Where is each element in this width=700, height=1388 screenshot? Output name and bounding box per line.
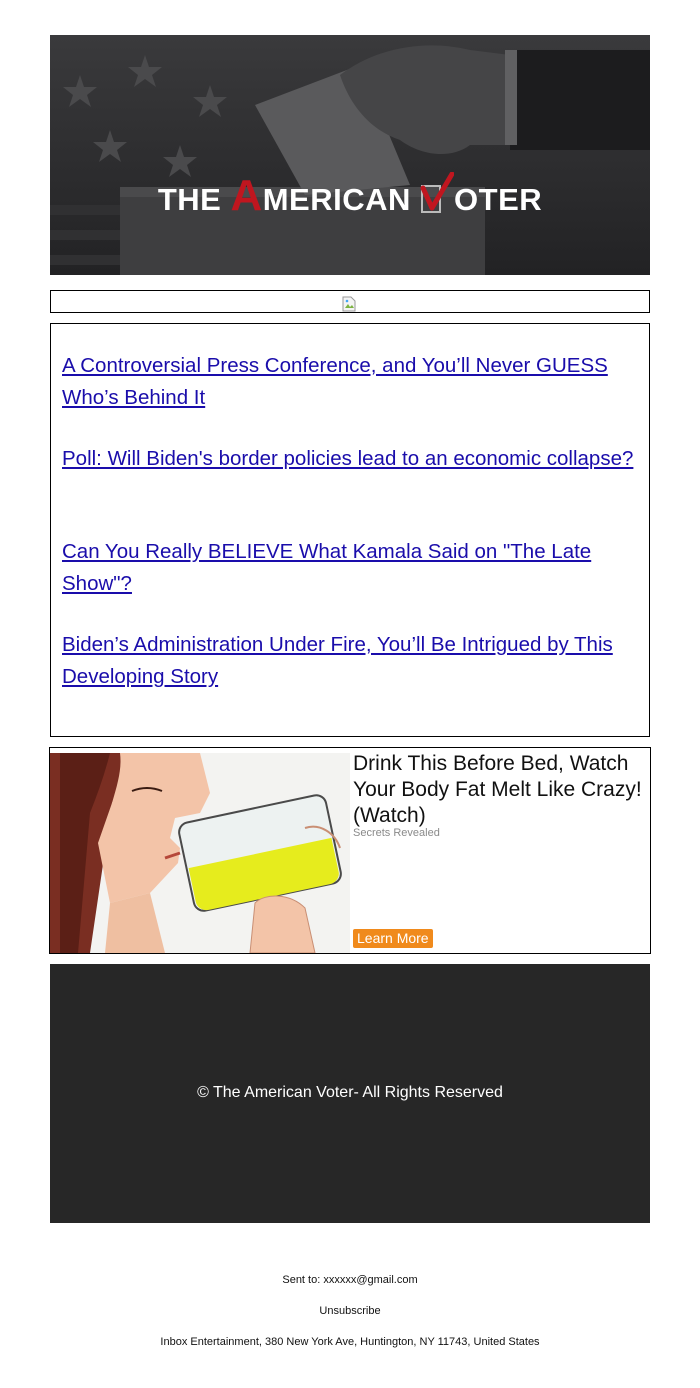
- header-banner: THE AMERICAN OTER: [50, 35, 650, 275]
- logo-word-oter: OTER: [454, 182, 543, 217]
- ad-source: Secrets Revealed: [353, 827, 440, 839]
- unsubscribe-link[interactable]: Unsubscribe: [0, 1305, 700, 1317]
- ad-headline[interactable]: Drink This Before Bed, Watch Your Body F…: [353, 751, 643, 829]
- footer-panel: © The American Voter- All Rights Reserve…: [50, 964, 650, 1223]
- article-link[interactable]: Biden’s Administration Under Fire, You’l…: [62, 629, 637, 693]
- ad-card[interactable]: Drink This Before Bed, Watch Your Body F…: [49, 747, 651, 954]
- broken-image-icon: [342, 296, 356, 312]
- article-link[interactable]: Can You Really BELIEVE What Kamala Said …: [62, 536, 637, 600]
- image-placeholder: [50, 290, 650, 313]
- logo-letter-a: A: [230, 171, 263, 220]
- copyright-text: © The American Voter- All Rights Reserve…: [197, 1084, 503, 1101]
- logo-word-the: THE: [157, 182, 222, 217]
- article-links: A Controversial Press Conference, and Yo…: [50, 323, 650, 737]
- sent-to-text: Sent to: xxxxxx@gmail.com: [282, 1274, 418, 1286]
- article-link[interactable]: A Controversial Press Conference, and Yo…: [62, 350, 637, 414]
- mailing-address: Inbox Entertainment, 380 New York Ave, H…: [160, 1336, 540, 1348]
- logo-word-merican: MERICAN: [262, 182, 411, 217]
- learn-more-button[interactable]: Learn More: [353, 929, 433, 948]
- woman-drinking-glass-illustration: [50, 753, 350, 953]
- article-link[interactable]: Poll: Will Biden's border policies lead …: [62, 443, 637, 475]
- logo: THE AMERICAN OTER: [50, 166, 650, 218]
- banner-background-image: [50, 35, 650, 275]
- checkmark-ballot-icon: [420, 166, 455, 218]
